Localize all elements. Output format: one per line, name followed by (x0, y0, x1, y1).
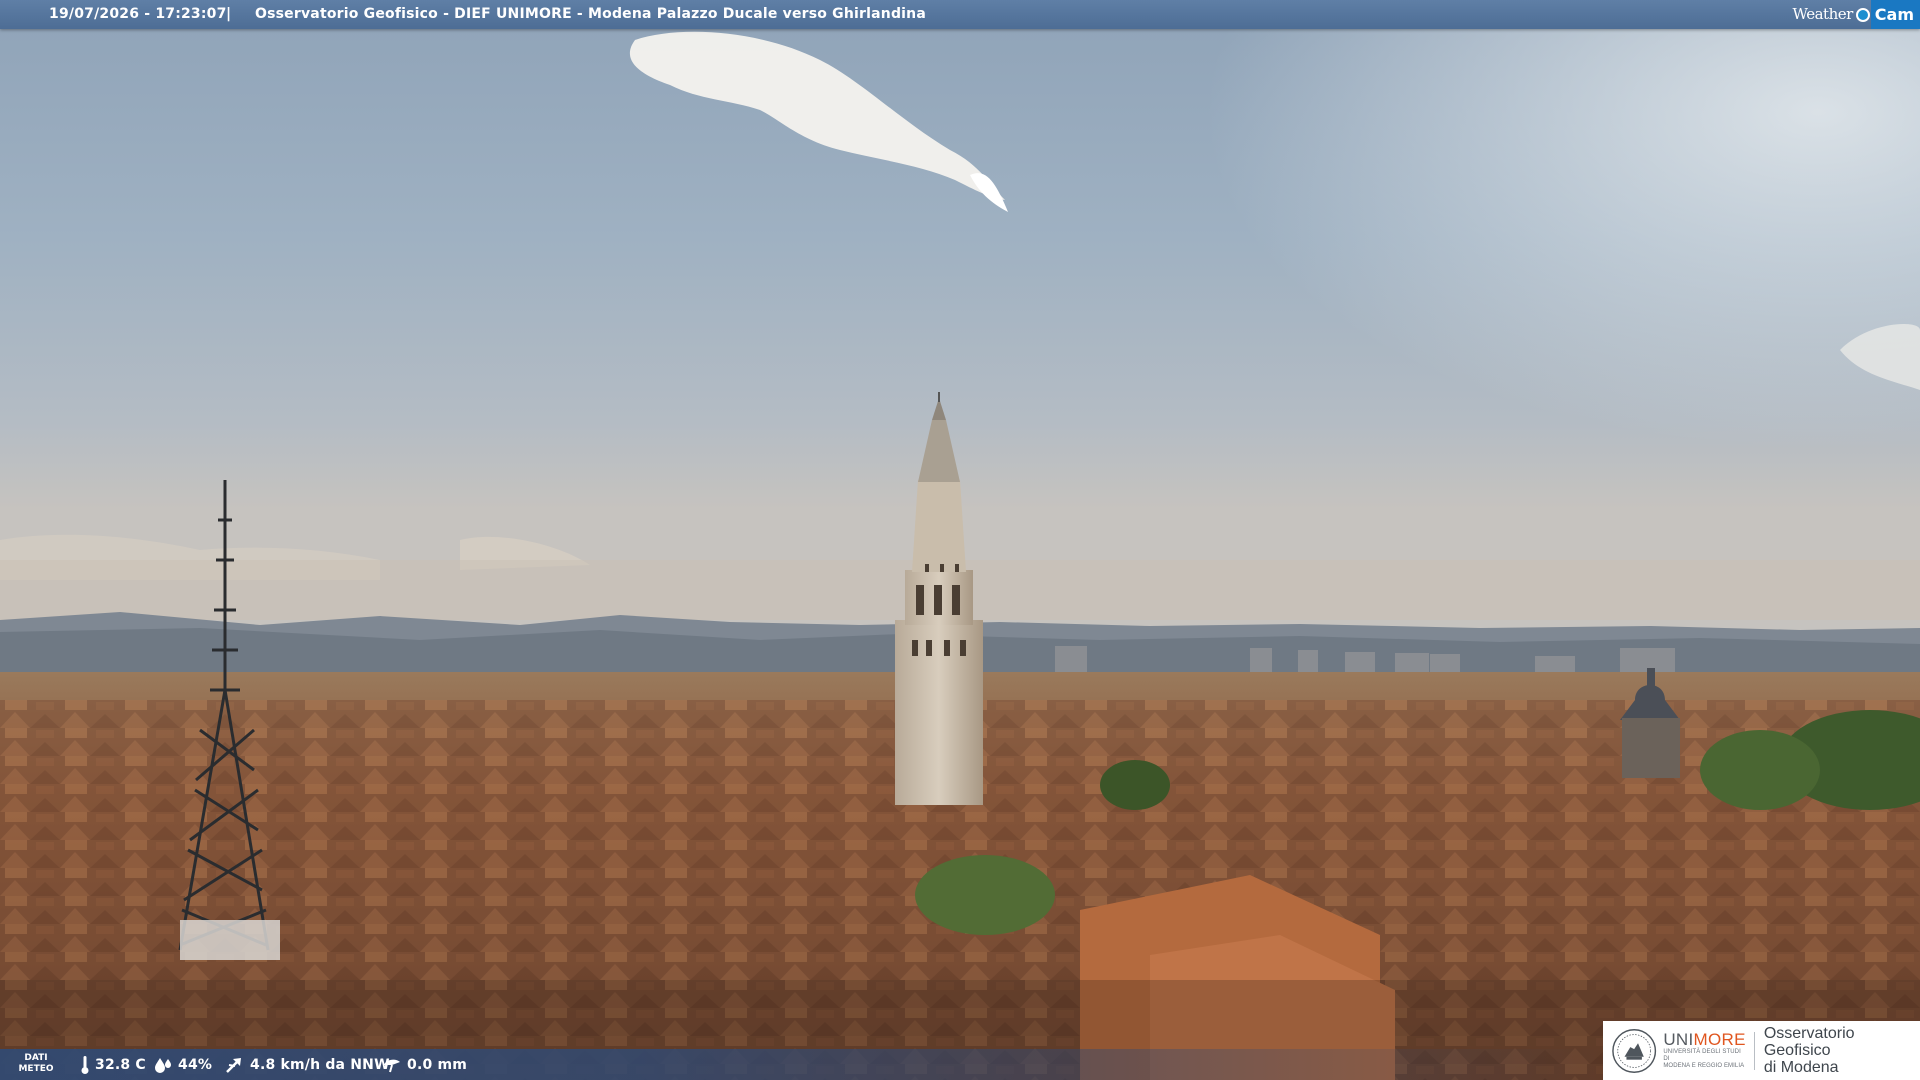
wind-icon (226, 1057, 241, 1073)
rain-gauge-icon (384, 1059, 400, 1072)
unimore-name-part1: UNI (1663, 1030, 1694, 1049)
badge-divider (1753, 1031, 1755, 1070)
webcam-frame: 19/07/2026 - 17:23:07 | Osservatorio Geo… (0, 0, 1920, 1080)
humidity-value: 44% (178, 1056, 213, 1073)
rain-value: 0.0 mm (407, 1056, 468, 1073)
unimore-wordmark: UNIMORE UNIVERSITÀ DEGLI STUDI DI MODENA… (1663, 1031, 1746, 1070)
temperature-reading: 32.8 C (80, 1049, 146, 1080)
observatory-name-line1: Osservatorio Geofisico (1763, 1025, 1855, 1059)
header-separator: | (226, 6, 232, 22)
weathercam-logo-dot-icon (1855, 7, 1870, 22)
unimore-name: UNIMORE (1663, 1031, 1746, 1049)
unimore-seal-icon (1612, 1028, 1657, 1073)
unimore-name-part2: MORE (1693, 1030, 1746, 1049)
weather-data-label: DATI METEO (18, 1053, 54, 1075)
weathercam-logo-weather: Weather (1792, 5, 1854, 23)
capture-timestamp: 19/07/2026 - 17:23:07 (49, 6, 227, 22)
header-bar: 19/07/2026 - 17:23:07 | Osservatorio Geo… (0, 0, 1920, 29)
weather-data-bar: DATI METEO 32.8 C 44% 4.8 km/h da NNW 0.… (0, 1049, 1600, 1080)
weathercam-logo-cam: Cam (1870, 0, 1920, 29)
thermometer-icon (81, 1055, 89, 1074)
observatory-name: Osservatorio Geofisico di Modena (1764, 1025, 1920, 1076)
droplets-icon (155, 1057, 171, 1073)
weather-data-label-line1: DATI (24, 1053, 48, 1063)
weathercam-logo: Weather Cam (1793, 0, 1920, 29)
webcam-image (0, 0, 1920, 1080)
wind-reading: 4.8 km/h da NNW (225, 1049, 390, 1080)
unimore-badge: UNIMORE UNIVERSITÀ DEGLI STUDI DI MODENA… (1603, 1021, 1920, 1080)
humidity-reading: 44% (153, 1049, 212, 1080)
wind-value: 4.8 km/h da NNW (250, 1056, 390, 1073)
unimore-subtitle-line2: MODENA E REGGIO EMILIA (1663, 1063, 1745, 1069)
temperature-value: 32.8 C (95, 1056, 146, 1073)
unimore-subtitle-line1: UNIVERSITÀ DEGLI STUDI DI (1663, 1049, 1741, 1062)
weather-data-label-line2: METEO (18, 1064, 54, 1074)
observatory-name-line2: di Modena (1763, 1059, 1839, 1076)
camera-title: Osservatorio Geofisico - DIEF UNIMORE - … (255, 6, 926, 22)
rain-reading: 0.0 mm (382, 1049, 467, 1080)
